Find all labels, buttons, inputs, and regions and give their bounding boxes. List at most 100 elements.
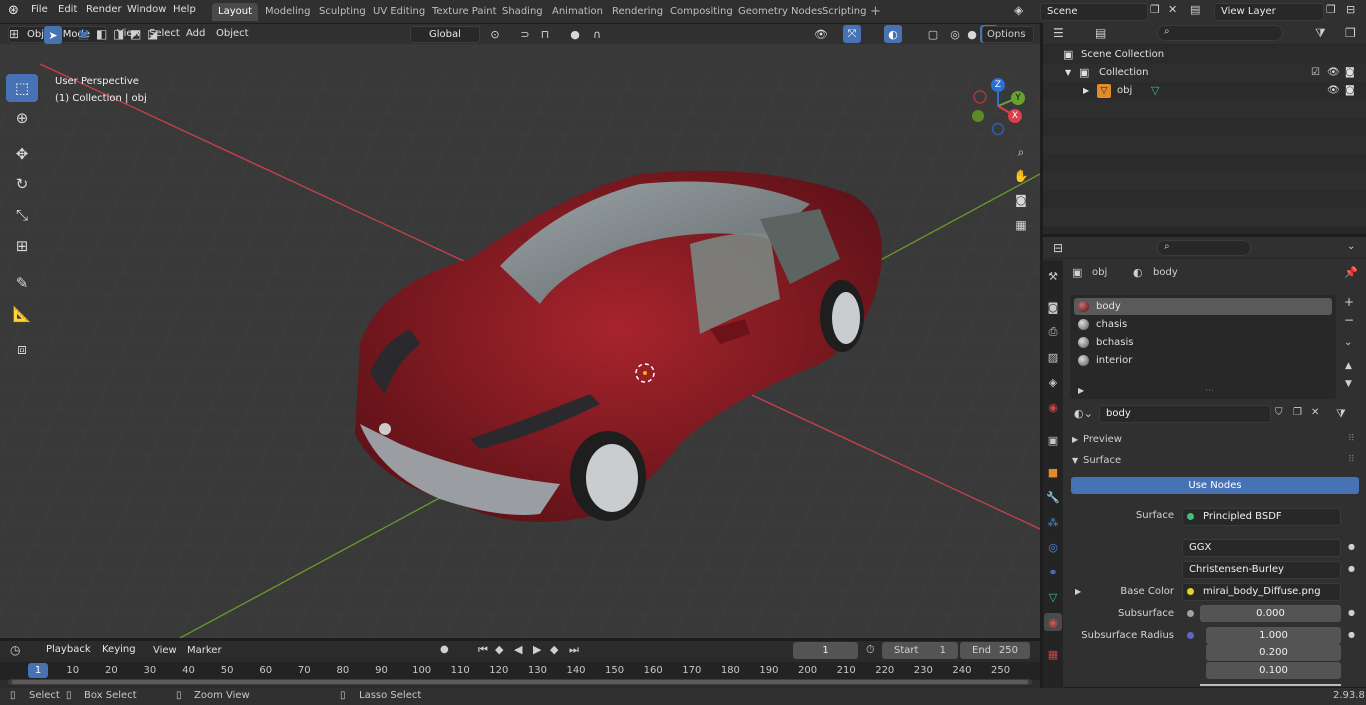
select-mode-intersect-icon[interactable]: ◪ bbox=[147, 27, 158, 41]
subsurface-radius-x-field[interactable]: 1.000 bbox=[1206, 627, 1341, 644]
subsurface-radius-y-field[interactable]: 0.200 bbox=[1206, 644, 1341, 661]
browse-material-icon[interactable]: ◐⌄ bbox=[1074, 407, 1093, 420]
collection-tab-icon[interactable]: ▣ bbox=[1044, 431, 1062, 449]
unlink-material-icon[interactable]: ✕ bbox=[1311, 407, 1319, 418]
keyframe-dot-icon[interactable]: ● bbox=[1348, 630, 1355, 639]
gizmo-toggle-icon[interactable]: ⤧ bbox=[843, 25, 861, 43]
tab-uv-editing[interactable]: UV Editing bbox=[367, 3, 431, 21]
outliner-row-scene-collection[interactable]: ▣ Scene Collection bbox=[1043, 46, 1366, 64]
properties-scroll-indicator[interactable] bbox=[1200, 684, 1341, 686]
base-color-texture-field[interactable]: mirai_body_Diffuse.png bbox=[1182, 583, 1341, 601]
jump-end-icon[interactable]: ⏭ bbox=[569, 643, 579, 657]
jump-start-icon[interactable]: ⏮ bbox=[478, 643, 488, 657]
move-tool-icon[interactable]: ✥ bbox=[6, 140, 38, 168]
pin-icon[interactable]: 📌 bbox=[1344, 266, 1358, 279]
visibility-icon[interactable]: 👁 bbox=[812, 25, 830, 43]
render-camera-icon[interactable]: ◙ bbox=[1345, 82, 1355, 100]
object-tab-icon[interactable]: ■ bbox=[1044, 463, 1062, 481]
menu-add[interactable]: Add bbox=[181, 26, 210, 42]
material-slot-body[interactable]: body bbox=[1074, 298, 1332, 315]
tab-modeling[interactable]: Modeling bbox=[259, 3, 317, 21]
distribution-dropdown[interactable]: GGX bbox=[1182, 539, 1341, 557]
tab-compositing[interactable]: Compositing bbox=[664, 3, 739, 21]
subsurface-method-dropdown[interactable]: Christensen-Burley bbox=[1182, 561, 1341, 579]
data-tab-icon[interactable]: ▽ bbox=[1044, 588, 1062, 606]
display-mode-icon[interactable]: ▤ bbox=[1095, 26, 1106, 40]
start-frame-field[interactable]: Start 1 bbox=[882, 642, 958, 659]
scene-tab-icon[interactable]: ◈ bbox=[1044, 373, 1062, 391]
remove-view-layer-icon[interactable]: ⊟ bbox=[1346, 3, 1355, 16]
xray-icon[interactable]: ▢ bbox=[924, 25, 942, 43]
scene-name-field[interactable]: Scene bbox=[1040, 3, 1148, 21]
drag-handle-icon[interactable]: ⠿ bbox=[1348, 434, 1355, 444]
select-box-tool-icon[interactable]: ⬚ bbox=[6, 74, 38, 102]
menu-edit[interactable]: Edit bbox=[58, 4, 77, 15]
move-up-icon[interactable]: ▲ bbox=[1345, 361, 1352, 371]
snap-target-icon[interactable]: ⊓ bbox=[536, 25, 554, 43]
new-view-layer-icon[interactable]: ❐ bbox=[1326, 3, 1336, 16]
proportional-edit-icon[interactable]: ● bbox=[566, 25, 584, 43]
timeline-view-menu[interactable]: View bbox=[148, 643, 182, 659]
modifier-tab-icon[interactable]: 🔧 bbox=[1044, 488, 1062, 506]
fake-user-shield-icon[interactable]: ⛉ bbox=[1275, 407, 1283, 418]
3d-viewport[interactable]: User Perspective (1) Collection | obj Z … bbox=[0, 44, 1040, 638]
gizmo-x-icon[interactable]: X bbox=[1008, 109, 1022, 123]
current-frame-field[interactable]: 1 bbox=[793, 642, 858, 659]
outliner-row-collection[interactable]: ▼ ▣ Collection ☑ 👁 ◙ bbox=[1043, 64, 1366, 82]
tab-layout[interactable]: Layout bbox=[212, 3, 258, 21]
end-frame-field[interactable]: End 250 bbox=[960, 642, 1030, 659]
expand-arrow-icon[interactable]: ▼ bbox=[1065, 64, 1071, 82]
camera-view-icon[interactable]: ◙ bbox=[1010, 189, 1032, 211]
tab-scripting[interactable]: Scripting bbox=[816, 3, 872, 21]
timeline-editor-icon[interactable]: ◷ bbox=[10, 643, 20, 657]
gizmo-z-icon[interactable]: Z bbox=[991, 78, 1005, 92]
close-scene-icon[interactable]: ✕ bbox=[1168, 3, 1177, 16]
menu-file[interactable]: File bbox=[31, 4, 48, 15]
scrollbar-thumb[interactable] bbox=[12, 680, 1028, 684]
play-icon[interactable]: ▶ bbox=[533, 643, 541, 656]
tab-sculpting[interactable]: Sculpting bbox=[313, 3, 372, 21]
use-nodes-button[interactable]: Use Nodes bbox=[1071, 477, 1359, 494]
subsurface-value-field[interactable]: 0.000 bbox=[1200, 605, 1341, 622]
solid-shading-icon[interactable]: ● bbox=[963, 25, 981, 43]
menu-object[interactable]: Object bbox=[211, 26, 254, 42]
add-workspace-icon[interactable]: + bbox=[870, 4, 881, 19]
tab-geometry-nodes[interactable]: Geometry Nodes bbox=[732, 3, 828, 21]
hide-eye-icon[interactable]: 👁 bbox=[1327, 64, 1340, 82]
overlay-toggle-icon[interactable]: ◐ bbox=[884, 25, 902, 43]
material-tab-icon[interactable]: ◉ bbox=[1044, 613, 1062, 631]
outliner-editor-icon[interactable]: ☰ bbox=[1053, 26, 1064, 40]
falloff-icon[interactable]: ∩ bbox=[588, 25, 606, 43]
remove-slot-icon[interactable]: − bbox=[1344, 313, 1354, 327]
cursor-tool-icon[interactable]: ⊕ bbox=[6, 104, 38, 132]
slot-specials-icon[interactable]: ⌄ bbox=[1344, 337, 1352, 348]
view-layer-field[interactable]: View Layer bbox=[1214, 3, 1324, 21]
rotate-tool-icon[interactable]: ↻ bbox=[6, 170, 38, 198]
scale-tool-icon[interactable]: ⤡ bbox=[6, 201, 38, 229]
output-tab-icon[interactable]: ⎙ bbox=[1044, 323, 1062, 341]
wireframe-shading-icon[interactable]: ◎ bbox=[946, 25, 964, 43]
hide-eye-icon[interactable]: 👁 bbox=[1327, 82, 1340, 100]
subsurface-radius-z-field[interactable]: 0.100 bbox=[1206, 662, 1341, 679]
playback-menu[interactable]: Playback bbox=[40, 642, 96, 659]
drag-handle-icon[interactable]: ⠿ bbox=[1348, 455, 1355, 465]
chevron-down-icon[interactable]: ⌄ bbox=[1347, 241, 1355, 252]
outliner-search-input[interactable]: ⌕ bbox=[1157, 25, 1283, 41]
select-mode-subtract-icon[interactable]: ◨ bbox=[113, 27, 124, 41]
material-name-field[interactable]: body bbox=[1099, 405, 1271, 423]
tab-rendering[interactable]: Rendering bbox=[606, 3, 669, 21]
tab-texture-paint[interactable]: Texture Paint bbox=[426, 3, 503, 21]
tool-tab-icon[interactable]: ⚒ bbox=[1044, 267, 1062, 285]
add-cube-tool-icon[interactable]: ⧈ bbox=[6, 335, 38, 363]
tab-shading[interactable]: Shading bbox=[496, 3, 549, 21]
preview-panel-header[interactable]: Preview bbox=[1083, 434, 1122, 445]
render-tab-icon[interactable]: ◙ bbox=[1044, 298, 1062, 316]
surface-shader-field[interactable]: Principled BSDF bbox=[1182, 508, 1341, 526]
transform-orientation-dropdown[interactable]: Global bbox=[410, 26, 480, 43]
next-keyframe-icon[interactable]: ◆ bbox=[550, 643, 558, 656]
annotate-tool-icon[interactable]: ✎ bbox=[6, 269, 38, 297]
mesh-data-icon[interactable]: ▽ bbox=[1151, 82, 1159, 100]
scene-icon[interactable]: ◈ bbox=[1014, 3, 1023, 17]
timeline-scrollbar[interactable] bbox=[8, 679, 1032, 685]
properties-editor-icon[interactable]: ⊟ bbox=[1053, 241, 1063, 255]
